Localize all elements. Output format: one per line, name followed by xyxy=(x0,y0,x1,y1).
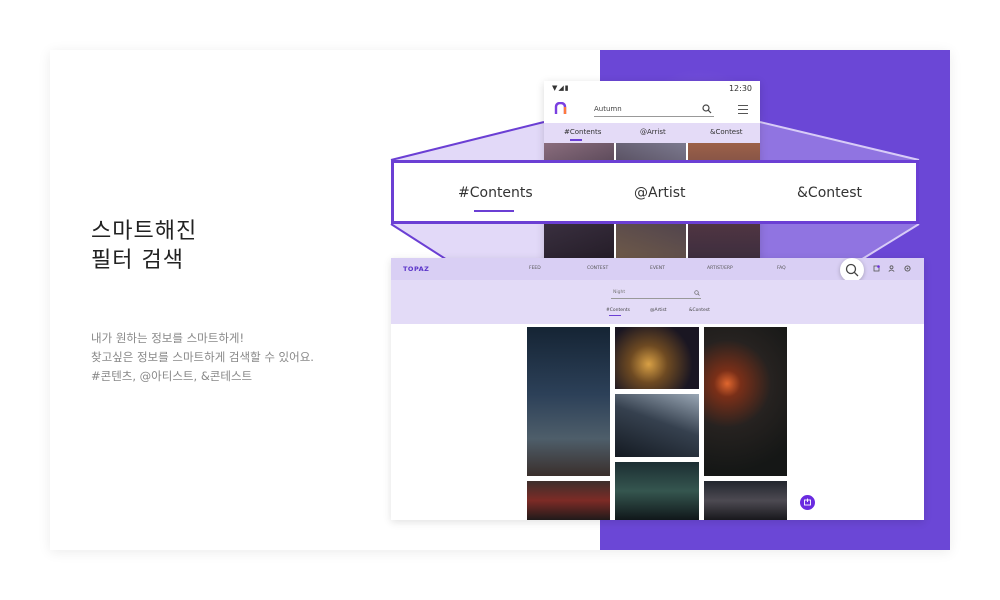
headline-line-2: 필터 검색 xyxy=(91,248,184,273)
signal-icon: ▼◢▮ xyxy=(552,84,570,92)
headline: 스마트해진 필터 검색 xyxy=(91,217,197,275)
search-icon[interactable] xyxy=(694,290,700,296)
promo-card: 스마트해진 필터 검색 내가 원하는 정보를 스마트하게! 찾고싶은 정보를 스… xyxy=(50,50,950,550)
tab-contest[interactable]: &Contest xyxy=(797,185,862,201)
desktop-tab-contest[interactable]: &Contest xyxy=(689,308,710,313)
desktop-search-panel: Night #Contents @Artist &Contest xyxy=(391,280,924,324)
search-icon[interactable] xyxy=(702,104,712,114)
tab-artist[interactable]: @Artist xyxy=(634,185,686,201)
photo-tile[interactable] xyxy=(615,462,699,520)
phone-filter-tabs: #Contents @Arrist &Contest xyxy=(544,123,760,143)
desktop-tab-artist[interactable]: @Artist xyxy=(650,308,667,313)
desktop-search-input[interactable]: Night xyxy=(611,290,701,299)
desktop-tab-underline xyxy=(609,315,621,316)
nav-feed[interactable]: FEED xyxy=(529,266,541,271)
phone-search-value: Autumn xyxy=(594,105,622,113)
nav-event[interactable]: EVENT xyxy=(650,266,665,271)
headline-line-1: 스마트해진 xyxy=(91,219,198,244)
phone-tab-contents[interactable]: #Contents xyxy=(564,128,601,136)
active-tab-underline xyxy=(474,210,514,212)
phone-tab-contest[interactable]: &Contest xyxy=(710,128,743,136)
nav-contest[interactable]: CONTEST xyxy=(587,266,608,271)
logo-icon xyxy=(554,102,567,114)
phone-search-input[interactable]: Autumn xyxy=(594,102,714,117)
upload-button[interactable] xyxy=(800,495,815,510)
user-icon[interactable] xyxy=(888,265,895,272)
photo-tile[interactable] xyxy=(704,481,787,520)
nav-faq[interactable]: FAQ xyxy=(777,266,786,271)
photo-tile[interactable] xyxy=(615,327,699,389)
description-line-2: 찾고싶은 정보를 스마트하게 검색할 수 있어요. xyxy=(91,350,314,364)
phone-time: 12:30 xyxy=(728,84,752,93)
desktop-photo-grid xyxy=(527,327,792,520)
photo-tile[interactable] xyxy=(527,481,610,520)
tab-contents[interactable]: #Contents xyxy=(458,185,533,201)
search-icon xyxy=(845,263,859,277)
nav-artist[interactable]: ARTIST/ERP xyxy=(707,266,733,271)
description-line-3: #콘텐츠, @아티스트, &콘테스트 xyxy=(91,369,253,383)
description-line-1: 내가 원하는 정보를 스마트하게! xyxy=(91,331,245,345)
desktop-mockup: TOPAZ FEED CONTEST EVENT ARTIST/ERP FAQ xyxy=(391,258,924,520)
desktop-logo[interactable]: TOPAZ xyxy=(403,265,429,273)
photo-tile[interactable] xyxy=(615,394,699,457)
desktop-tab-contents[interactable]: #Contents xyxy=(606,308,630,313)
notification-icon[interactable] xyxy=(873,265,880,272)
desktop-search-value: Night xyxy=(613,290,626,295)
phone-status-bar: ▼◢▮ 12:30 xyxy=(544,81,760,97)
settings-icon[interactable] xyxy=(904,265,911,272)
search-button[interactable] xyxy=(840,258,864,282)
photo-tile[interactable] xyxy=(527,327,610,476)
magnified-filter-tabs: #Contents @Artist &Contest xyxy=(391,160,919,224)
upload-icon xyxy=(804,498,811,506)
description: 내가 원하는 정보를 스마트하게! 찾고싶은 정보를 스마트하게 검색할 수 있… xyxy=(91,329,314,386)
desktop-header: TOPAZ FEED CONTEST EVENT ARTIST/ERP FAQ xyxy=(391,258,924,282)
phone-tab-underline xyxy=(570,139,582,141)
photo-tile[interactable] xyxy=(704,327,787,476)
phone-tab-artist[interactable]: @Arrist xyxy=(640,128,666,136)
menu-icon[interactable] xyxy=(738,105,748,114)
